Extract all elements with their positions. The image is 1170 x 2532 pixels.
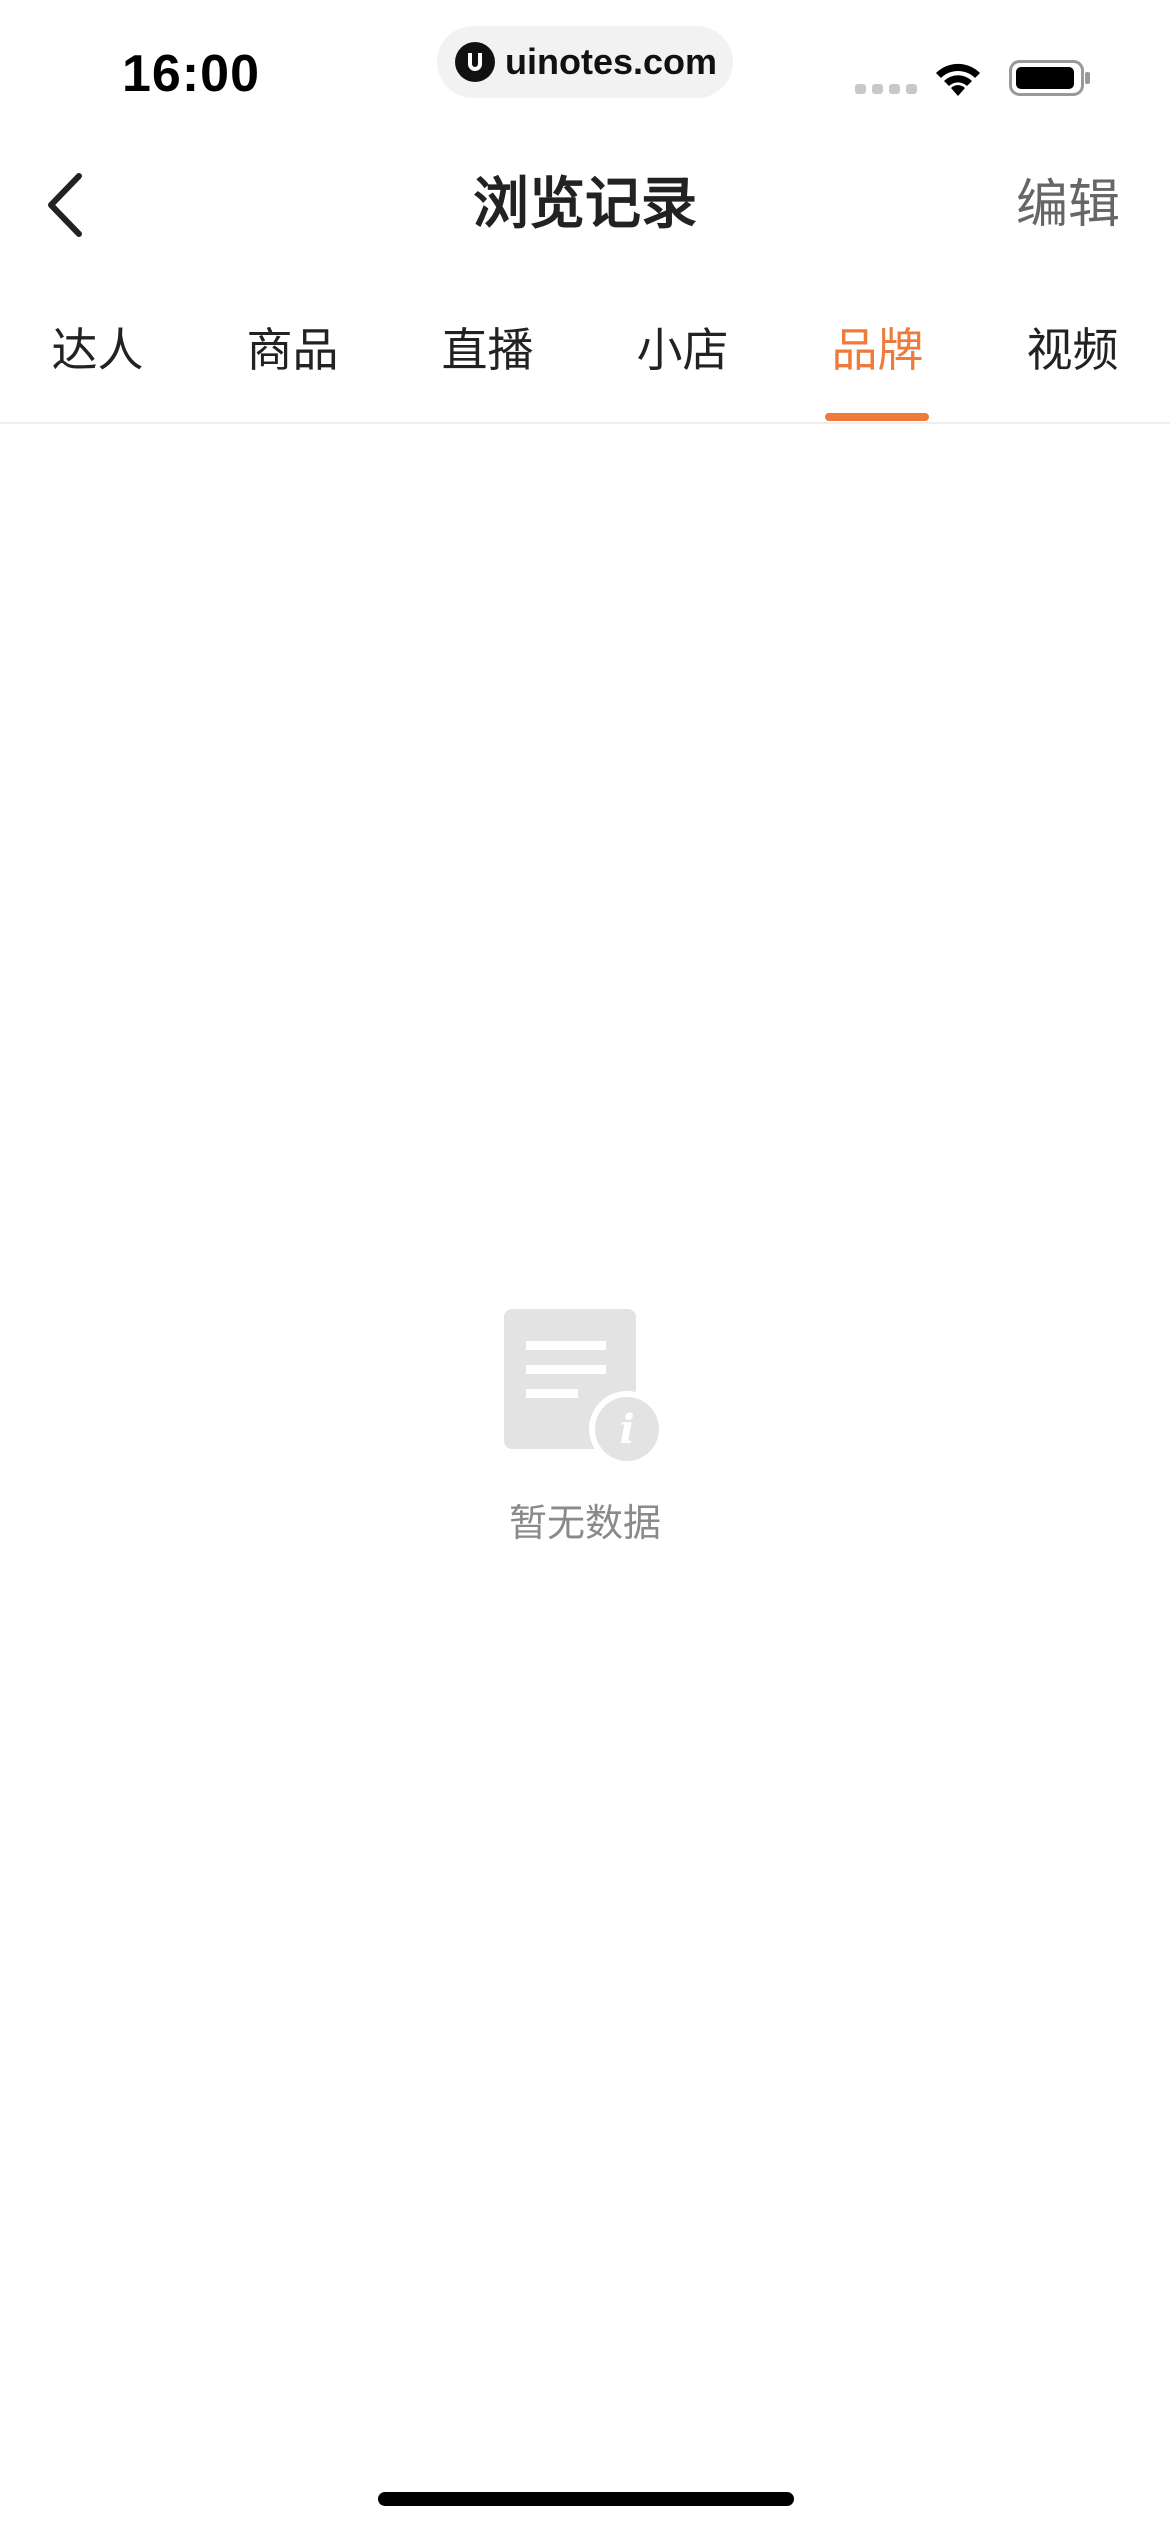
site-logo-icon [455,42,495,82]
navigation-bar: 浏览记录 编辑 [0,140,1170,270]
wifi-icon [936,63,980,96]
category-tab-bar: 达人 商品 直播 小店 品牌 视频 [0,300,1170,424]
url-pill[interactable]: uinotes.com [437,26,733,98]
tab-products[interactable]: 商品 [195,318,390,382]
browse-history-screen: 16:00 uinotes.com 浏览记录 编辑 达人 商品 直播 小店 品牌… [0,0,1170,2532]
empty-document-info-icon: i [504,1309,665,1467]
status-bar: 16:00 uinotes.com [0,0,1170,140]
edit-button[interactable]: 编辑 [1016,170,1120,240]
tab-shops[interactable]: 小店 [585,318,780,382]
empty-state: i 暂无数据 [0,1305,1170,1565]
svg-text:i: i [619,1406,634,1453]
battery-icon [1009,60,1090,96]
page-title: 浏览记录 [473,172,697,237]
cellular-signal-icon [855,84,917,94]
tab-videos[interactable]: 视频 [975,318,1170,382]
active-tab-indicator [825,413,929,421]
home-indicator[interactable] [378,2492,794,2506]
tab-brands[interactable]: 品牌 [780,318,975,382]
status-time: 16:00 [122,45,260,103]
empty-state-message: 暂无数据 [508,1501,661,1545]
url-text: uinotes.com [505,41,718,82]
tab-experts[interactable]: 达人 [0,318,195,382]
tab-live[interactable]: 直播 [390,318,585,382]
